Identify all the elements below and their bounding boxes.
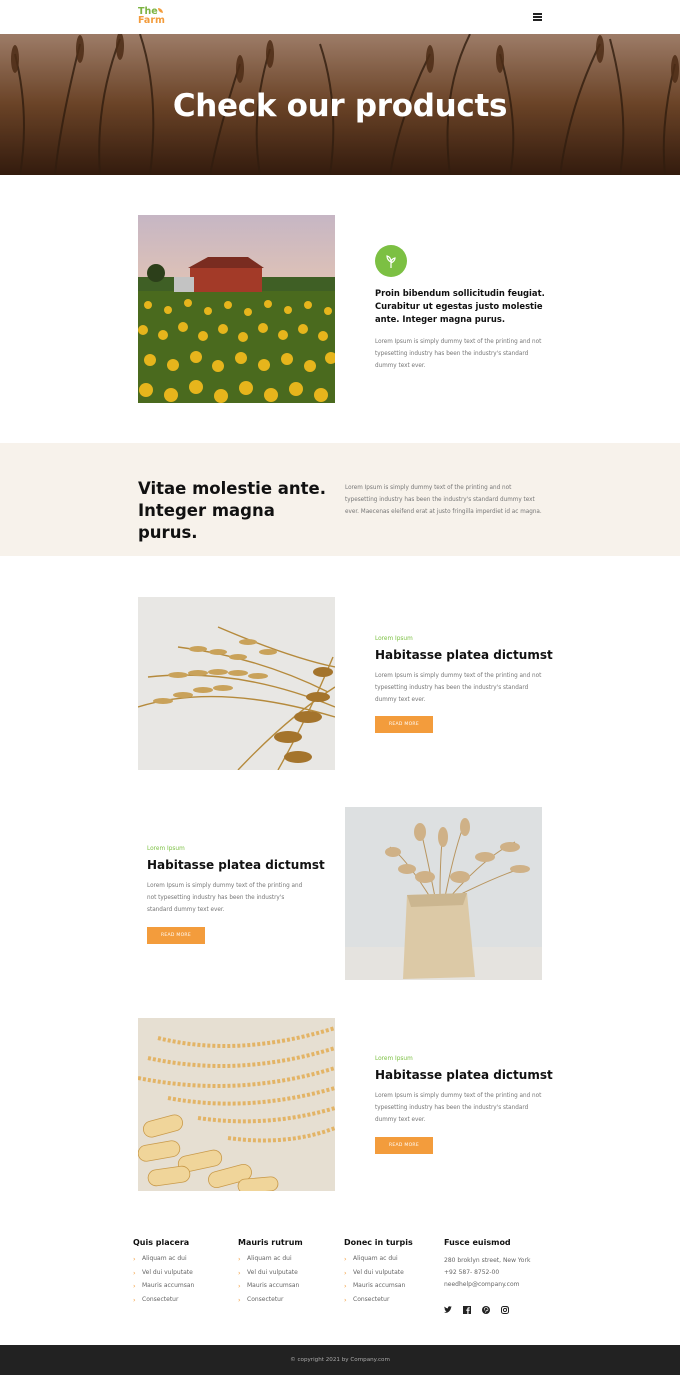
- footer-link[interactable]: › Aliquam ac dui: [238, 1255, 303, 1269]
- product-text: Lorem Ipsum is simply dummy text of the …: [375, 673, 542, 703]
- footer-column-title: Mauris rutrum: [238, 1238, 303, 1247]
- chevron-right-icon: ›: [133, 1268, 136, 1277]
- pinterest-icon[interactable]: [482, 1299, 490, 1314]
- logo-line2: Farm: [138, 15, 165, 26]
- product-kicker: Lorem Ipsum: [375, 1056, 413, 1062]
- chevron-right-icon: ›: [238, 1255, 241, 1263]
- footer-link[interactable]: › Mauris accumsan: [344, 1282, 413, 1296]
- chevron-right-icon: ›: [344, 1295, 347, 1304]
- highlight-band: [0, 443, 680, 556]
- facebook-icon[interactable]: [463, 1299, 471, 1314]
- chevron-right-icon: ›: [344, 1268, 347, 1277]
- intro-text: Lorem Ipsum is simply dummy text of the …: [375, 339, 542, 369]
- wheat-ears-image: [138, 597, 335, 770]
- plant-sprout-icon: [375, 245, 407, 277]
- copyright-bar: © copyright 2021 by Company.com: [0, 1345, 680, 1375]
- footer-column-title: Donec in turpis: [344, 1238, 413, 1247]
- chevron-right-icon: ›: [133, 1295, 136, 1304]
- contact-phone: +92 587- 8752-00: [444, 1269, 500, 1276]
- chevron-right-icon: ›: [344, 1282, 347, 1290]
- barn-sunflower-image: [138, 215, 335, 403]
- footer-link[interactable]: › Vel dui vulputate: [133, 1269, 194, 1283]
- chevron-right-icon: ›: [238, 1295, 241, 1304]
- footer-column: Mauris rutrum › Aliquam ac dui › Vel dui v…: [238, 1238, 303, 1309]
- hero-title: Check our products: [172, 88, 508, 124]
- product-title: Habitasse platea dictumst: [375, 648, 553, 662]
- paper-bag-wheat-image: [345, 807, 542, 980]
- site-header: The Farm: [0, 0, 680, 34]
- footer-contact-title: Fusce euismod: [444, 1238, 511, 1247]
- footer-contact: Fusce euismod 280 broklyn street, New Yo…: [444, 1238, 531, 1314]
- contact-address: 280 broklyn street, New York: [444, 1257, 531, 1264]
- band-title-line2: Integer magna purus.: [138, 501, 275, 542]
- product-kicker: Lorem Ipsum: [375, 636, 413, 642]
- product-text: Lorem Ipsum is simply dummy text of the …: [147, 883, 303, 913]
- contact-email[interactable]: needhelp@company.com: [444, 1279, 530, 1291]
- chevron-right-icon: ›: [344, 1255, 347, 1263]
- footer-link[interactable]: › Aliquam ac dui: [133, 1255, 194, 1269]
- footer-link[interactable]: › Consectetur: [238, 1296, 303, 1310]
- hero-banner: Check our products: [0, 34, 680, 175]
- footer-link[interactable]: › Vel dui vulputate: [238, 1269, 303, 1283]
- product-kicker: Lorem Ipsum: [147, 846, 185, 852]
- product-title: Habitasse platea dictumst: [147, 858, 325, 872]
- intro-title: Proin bibendum sollicitudin feugiat. Cur…: [375, 288, 545, 324]
- social-links: [444, 1299, 530, 1314]
- twitter-icon[interactable]: [444, 1299, 452, 1313]
- product-title: Habitasse platea dictumst: [375, 1068, 553, 1082]
- footer-link[interactable]: › Mauris accumsan: [238, 1282, 303, 1296]
- footer-link[interactable]: › Vel dui vulputate: [344, 1269, 413, 1283]
- chevron-right-icon: ›: [133, 1255, 136, 1263]
- hamburger-menu-icon[interactable]: [533, 13, 542, 21]
- footer-link[interactable]: › Mauris accumsan: [133, 1282, 194, 1296]
- chevron-right-icon: ›: [238, 1268, 241, 1277]
- footer-link[interactable]: › Consectetur: [344, 1296, 413, 1310]
- footer-link[interactable]: › Consectetur: [133, 1296, 194, 1310]
- read-more-button[interactable]: READ MORE: [147, 927, 205, 944]
- read-more-button[interactable]: READ MORE: [375, 716, 433, 733]
- product-text: Lorem Ipsum is simply dummy text of the …: [375, 1093, 542, 1123]
- band-text: Lorem Ipsum is simply dummy text of the …: [345, 485, 542, 515]
- instagram-icon[interactable]: [501, 1299, 509, 1314]
- read-more-button[interactable]: READ MORE: [375, 1137, 433, 1154]
- footer-column-title: Quis placera: [133, 1238, 190, 1247]
- band-title: Vitae molestie ante. Integer magna purus…: [138, 478, 338, 544]
- site-logo[interactable]: The Farm: [138, 7, 165, 26]
- band-title-line1: Vitae molestie ante.: [138, 479, 326, 498]
- chevron-right-icon: ›: [133, 1282, 136, 1290]
- footer-column: Donec in turpis › Aliquam ac dui › Vel dui…: [344, 1238, 413, 1309]
- chevron-right-icon: ›: [238, 1282, 241, 1290]
- pasta-image: [138, 1018, 335, 1191]
- footer-column: Quis placera › Aliquam ac dui › Vel dui vu…: [133, 1238, 194, 1309]
- footer-link[interactable]: › Aliquam ac dui: [344, 1255, 413, 1269]
